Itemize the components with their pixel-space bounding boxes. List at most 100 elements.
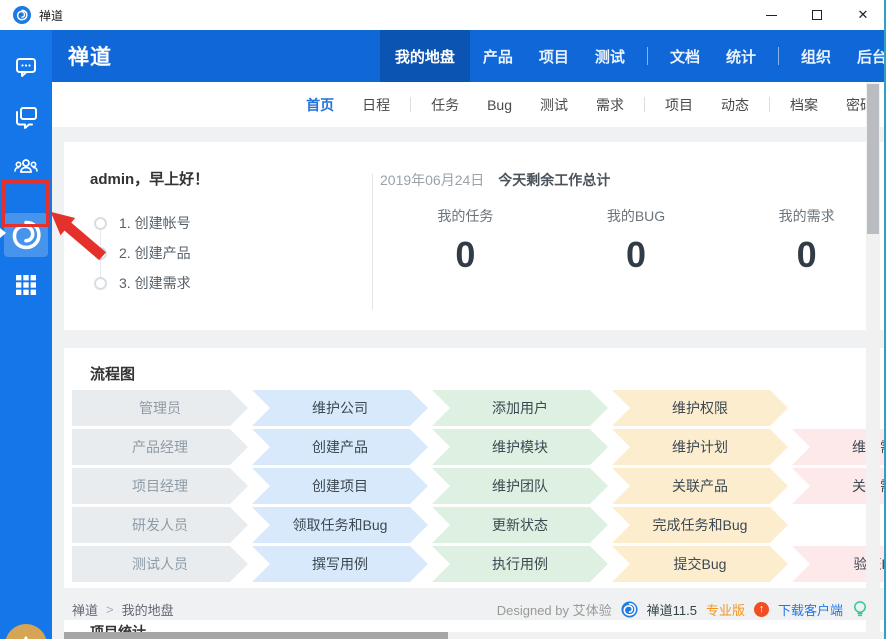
step-circle-icon	[94, 276, 107, 290]
header-nav-divider	[646, 47, 648, 65]
flow-step-cell[interactable]: 创建产品	[252, 429, 428, 465]
header-nav-item[interactable]: 测试	[582, 30, 638, 82]
flow-step-cell[interactable]: 维护公司	[252, 390, 428, 426]
onboarding-step: 2. 创建产品	[94, 238, 191, 268]
current-date: 2019年06月24日	[380, 172, 485, 188]
footer-links: Designed by 艾体验 禅道11.5 专业版 ↑ 下载客户端	[497, 600, 868, 619]
window-titlebar: 禅道 ✕	[0, 0, 886, 30]
zentao-logo-icon	[621, 600, 638, 618]
sub-nav-item[interactable]: 首页	[306, 95, 334, 115]
flow-step-cell[interactable]: 完成任务和Bug	[612, 507, 788, 543]
close-icon[interactable]: ✕	[840, 0, 886, 30]
header-nav-item[interactable]: 文档	[657, 30, 713, 82]
sub-nav-item[interactable]: 日程	[362, 95, 390, 115]
work-stats: 我的任务 0 我的BUG 0 我的需求 0	[380, 206, 886, 276]
step-link[interactable]: 1. 创建帐号	[119, 213, 191, 233]
flow-row: 管理员 维护公司 添加用户 维护权限	[72, 390, 886, 426]
header-nav-item[interactable]: 后台	[844, 30, 886, 82]
minimize-icon[interactable]	[748, 0, 794, 30]
stat-label: 我的BUG	[606, 208, 666, 224]
stat-label: 我的任务	[437, 208, 494, 224]
chat-icon[interactable]	[0, 42, 52, 92]
sub-nav-item[interactable]: 需求	[596, 95, 624, 115]
flow-step-cell[interactable]: 维护团队	[432, 468, 608, 504]
flow-step-cell[interactable]: 添加用户	[432, 390, 608, 426]
step-link[interactable]: 3. 创建需求	[119, 273, 191, 293]
flow-role-cell: 管理员	[72, 390, 248, 426]
sub-nav-divider	[644, 97, 645, 112]
flow-step-cell[interactable]: 维护权限	[612, 390, 788, 426]
sub-nav: 首页 日程 任务 Bug 测试 需求 项目 动态 档案 密码	[52, 82, 886, 127]
header-nav-item[interactable]: 产品	[470, 30, 526, 82]
flow-step-cell[interactable]: 维护计划	[612, 429, 788, 465]
vertical-scrollbar-thumb[interactable]	[867, 84, 879, 234]
stat-tasks: 我的任务 0	[380, 206, 551, 276]
project-stats-card: 项目统计	[64, 620, 886, 632]
app-grid-icon[interactable]	[0, 260, 52, 310]
header-nav-item[interactable]: 我的地盘	[379, 30, 470, 82]
onboarding-steps: 1. 创建帐号 2. 创建产品 3. 创建需求	[94, 208, 191, 298]
app-header: 禅道 我的地盘 产品 项目 测试 文档 统计 组织 后台	[52, 30, 886, 82]
stat-value: 0	[796, 234, 817, 275]
flow-step-cell[interactable]: 关联产品	[612, 468, 788, 504]
header-nav-item[interactable]: 项目	[526, 30, 582, 82]
upgrade-icon[interactable]: ↑	[753, 601, 769, 617]
breadcrumb-root[interactable]: 禅道	[72, 600, 98, 619]
window-title: 禅道	[39, 8, 64, 23]
today-summary-panel: 2019年06月24日 今天剩余工作总计 我的任务 0 我的BUG 0 我的需求 0	[380, 170, 886, 276]
flow-row: 研发人员 领取任务和Bug 更新状态 完成任务和Bug	[72, 507, 886, 543]
sub-nav-item[interactable]: 档案	[790, 95, 818, 115]
header-nav-item[interactable]: 统计	[713, 30, 769, 82]
team-icon[interactable]	[0, 142, 52, 192]
sub-nav-item[interactable]: 任务	[431, 95, 459, 115]
edition-link[interactable]: 专业版	[706, 600, 745, 619]
horizontal-scrollbar	[52, 632, 886, 639]
zentao-logo-icon	[13, 6, 31, 24]
summary-label: 今天剩余工作总计	[498, 172, 611, 188]
active-item-marker	[0, 228, 6, 238]
vertical-divider	[372, 174, 373, 310]
sub-nav-item[interactable]: Bug	[487, 97, 512, 113]
stat-value: 0	[455, 234, 476, 275]
header-nav-item[interactable]: 组织	[788, 30, 844, 82]
maximize-icon[interactable]	[794, 0, 840, 30]
brand-title: 禅道	[68, 46, 112, 69]
flow-row: 产品经理创建产品维护模块维护计划维护需求	[72, 429, 886, 465]
header-nav: 我的地盘 产品 项目 测试 文档 统计 组织 后台	[379, 30, 886, 82]
onboarding-step: 1. 创建帐号	[94, 208, 191, 238]
user-avatar[interactable]: A	[5, 624, 47, 639]
stat-label: 我的需求	[778, 208, 835, 224]
flow-rows: 管理员维护公司添加用户维护权限产品经理创建产品维护模块维护计划维护需求项目经理创…	[72, 390, 886, 585]
horizontal-scrollbar-thumb[interactable]	[64, 632, 448, 639]
step-circle-icon	[94, 216, 107, 230]
step-link[interactable]: 2. 创建产品	[119, 243, 191, 263]
project-stats-title: 项目统计	[90, 624, 146, 632]
flow-step-cell[interactable]: 领取任务和Bug	[252, 507, 428, 543]
flow-row: 项目经理创建项目维护团队关联产品关联需求	[72, 468, 886, 504]
sub-nav-divider	[410, 97, 412, 112]
flow-step-cell[interactable]: 维护模块	[432, 429, 608, 465]
app-sidebar: A	[0, 30, 52, 639]
flow-role-cell: 项目经理	[72, 468, 248, 504]
sub-nav-item[interactable]: 项目	[665, 95, 693, 115]
download-client-link[interactable]: 下载客户端	[778, 600, 843, 619]
header-nav-divider	[777, 47, 779, 65]
stat-stories: 我的需求 0	[721, 206, 886, 276]
sidebar-item-zentao-active[interactable]	[4, 213, 48, 257]
group-chat-icon[interactable]	[0, 92, 52, 142]
flow-step-cell[interactable]: 执行用例	[432, 546, 608, 582]
flow-role-cell: 测试人员	[72, 546, 248, 582]
flow-step-cell[interactable]: 创建项目	[252, 468, 428, 504]
onboarding-step: 3. 创建需求	[94, 268, 191, 298]
sub-nav-item[interactable]: 测试	[540, 95, 568, 115]
flow-step-cell[interactable]: 提交Bug	[612, 546, 788, 582]
vertical-scrollbar	[866, 82, 880, 632]
breadcrumb-separator: >	[106, 601, 114, 617]
sub-nav-item[interactable]: 动态	[721, 95, 749, 115]
zentao-logo-icon	[12, 220, 41, 250]
page-footer: 禅道 > 我的地盘 Designed by 艾体验 禅道11.5 专业版 ↑ 下…	[64, 596, 886, 622]
designed-by-text[interactable]: Designed by 艾体验	[497, 600, 612, 619]
flow-step-cell[interactable]: 更新状态	[432, 507, 608, 543]
flow-step-cell[interactable]: 撰写用例	[252, 546, 428, 582]
breadcrumb-current[interactable]: 我的地盘	[122, 600, 174, 619]
